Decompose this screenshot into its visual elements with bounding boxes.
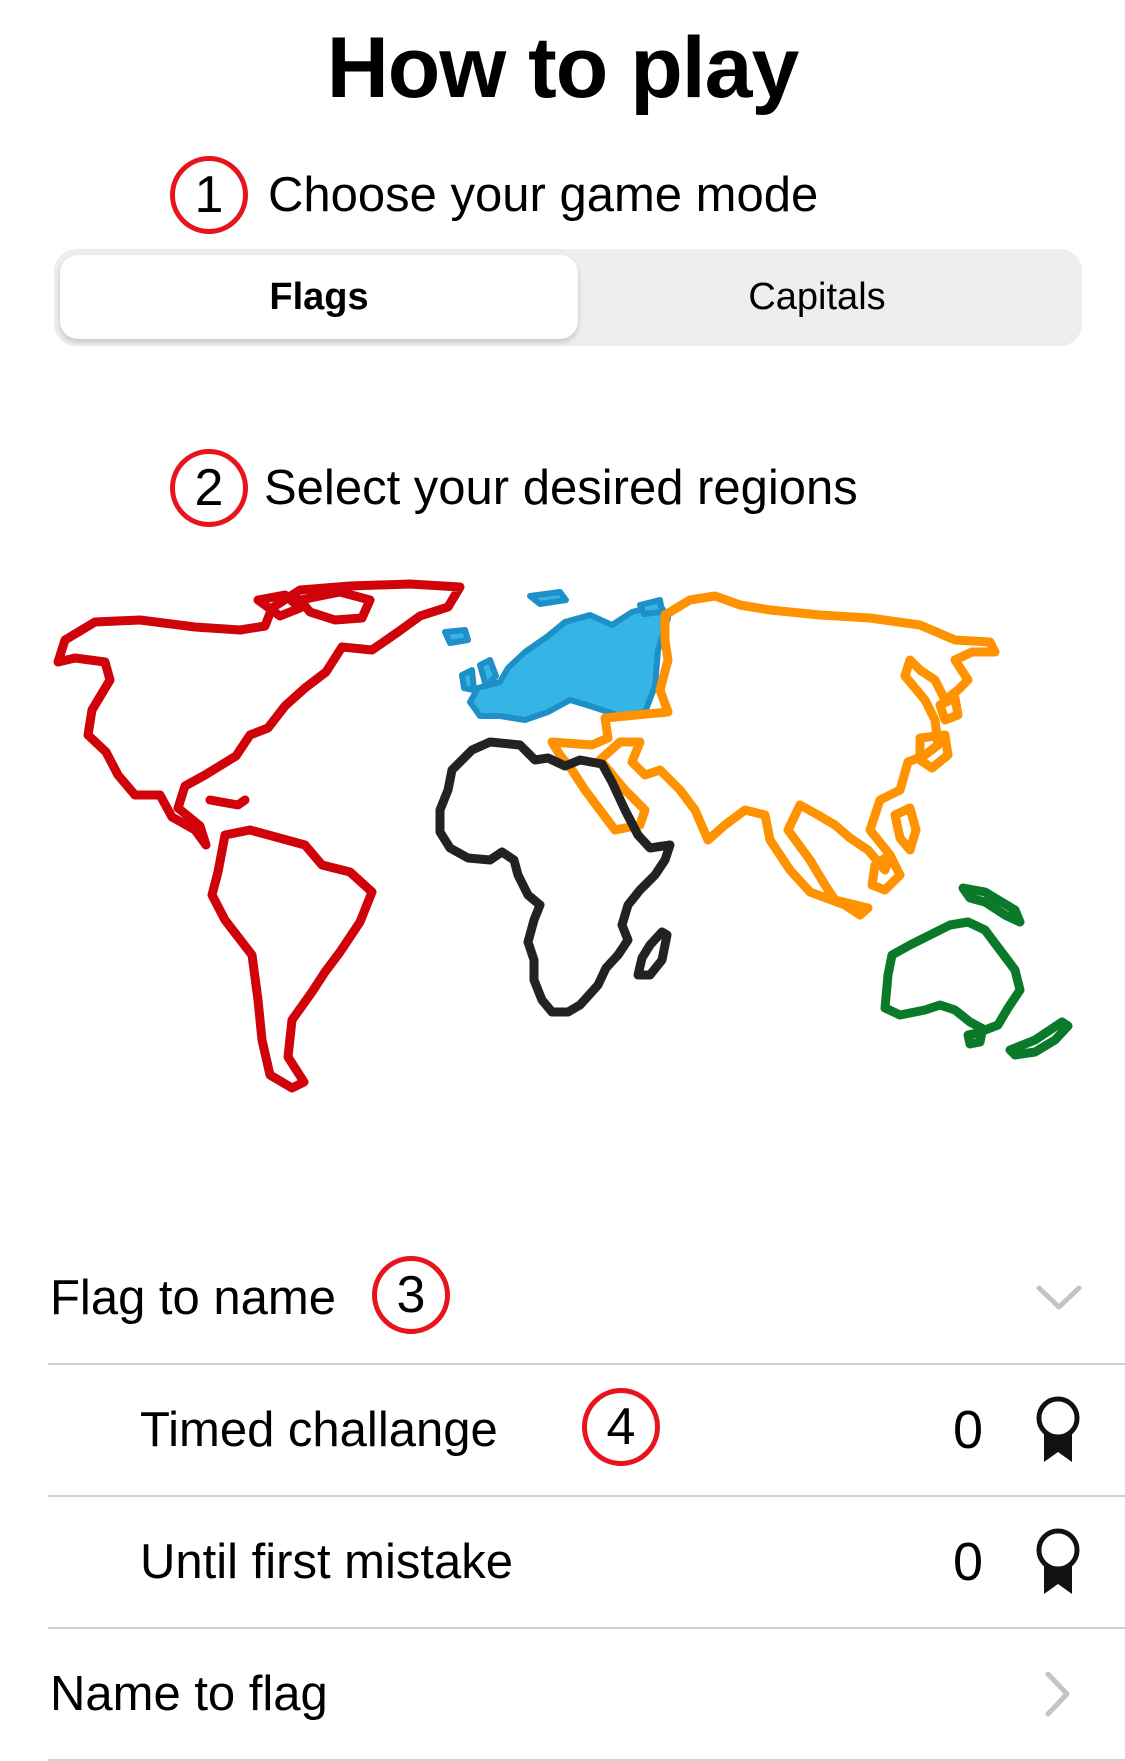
step-1-text: Choose your game mode — [268, 168, 819, 222]
award-ribbon-icon — [1032, 1497, 1084, 1627]
timed-challenge-row[interactable]: Timed challange 4 0 — [48, 1365, 1125, 1497]
flag-to-name-label: Flag to name — [50, 1271, 336, 1325]
step-2-text: Select your desired regions — [264, 461, 858, 515]
map-region-oceania[interactable] — [880, 883, 1073, 1060]
step-badge-4: 4 — [582, 1388, 660, 1466]
map-region-americas[interactable] — [53, 579, 465, 1093]
award-ribbon-icon — [1032, 1365, 1084, 1495]
timed-challenge-label: Timed challange — [140, 1403, 498, 1457]
until-first-mistake-row[interactable]: Until first mistake 0 — [48, 1497, 1125, 1629]
world-map[interactable] — [40, 570, 1085, 1110]
step-choose-mode: 1 Choose your game mode — [170, 150, 818, 240]
segment-capitals[interactable]: Capitals — [558, 255, 1076, 339]
step-badge-3: 3 — [372, 1256, 450, 1334]
name-to-flag-row[interactable]: Name to flag — [48, 1629, 1125, 1761]
step-select-regions: 2 Select your desired regions — [170, 443, 858, 533]
chevron-down-icon[interactable] — [1035, 1233, 1083, 1363]
until-first-mistake-score: 0 — [952, 1532, 983, 1592]
page-title: How to play — [326, 20, 800, 116]
game-mode-segmented-control[interactable]: Flags Capitals — [54, 249, 1082, 346]
chevron-right-icon[interactable] — [1043, 1629, 1073, 1759]
step-badge-1: 1 — [170, 156, 248, 234]
name-to-flag-label: Name to flag — [50, 1667, 328, 1721]
timed-challenge-score: 0 — [952, 1400, 983, 1460]
until-first-mistake-label: Until first mistake — [140, 1535, 514, 1589]
flag-to-name-row[interactable]: Flag to name 3 — [48, 1233, 1125, 1365]
segment-flags[interactable]: Flags — [60, 255, 578, 339]
step-badge-2: 2 — [170, 449, 248, 527]
map-region-africa[interactable] — [435, 737, 675, 1017]
map-region-europe[interactable] — [442, 589, 671, 723]
